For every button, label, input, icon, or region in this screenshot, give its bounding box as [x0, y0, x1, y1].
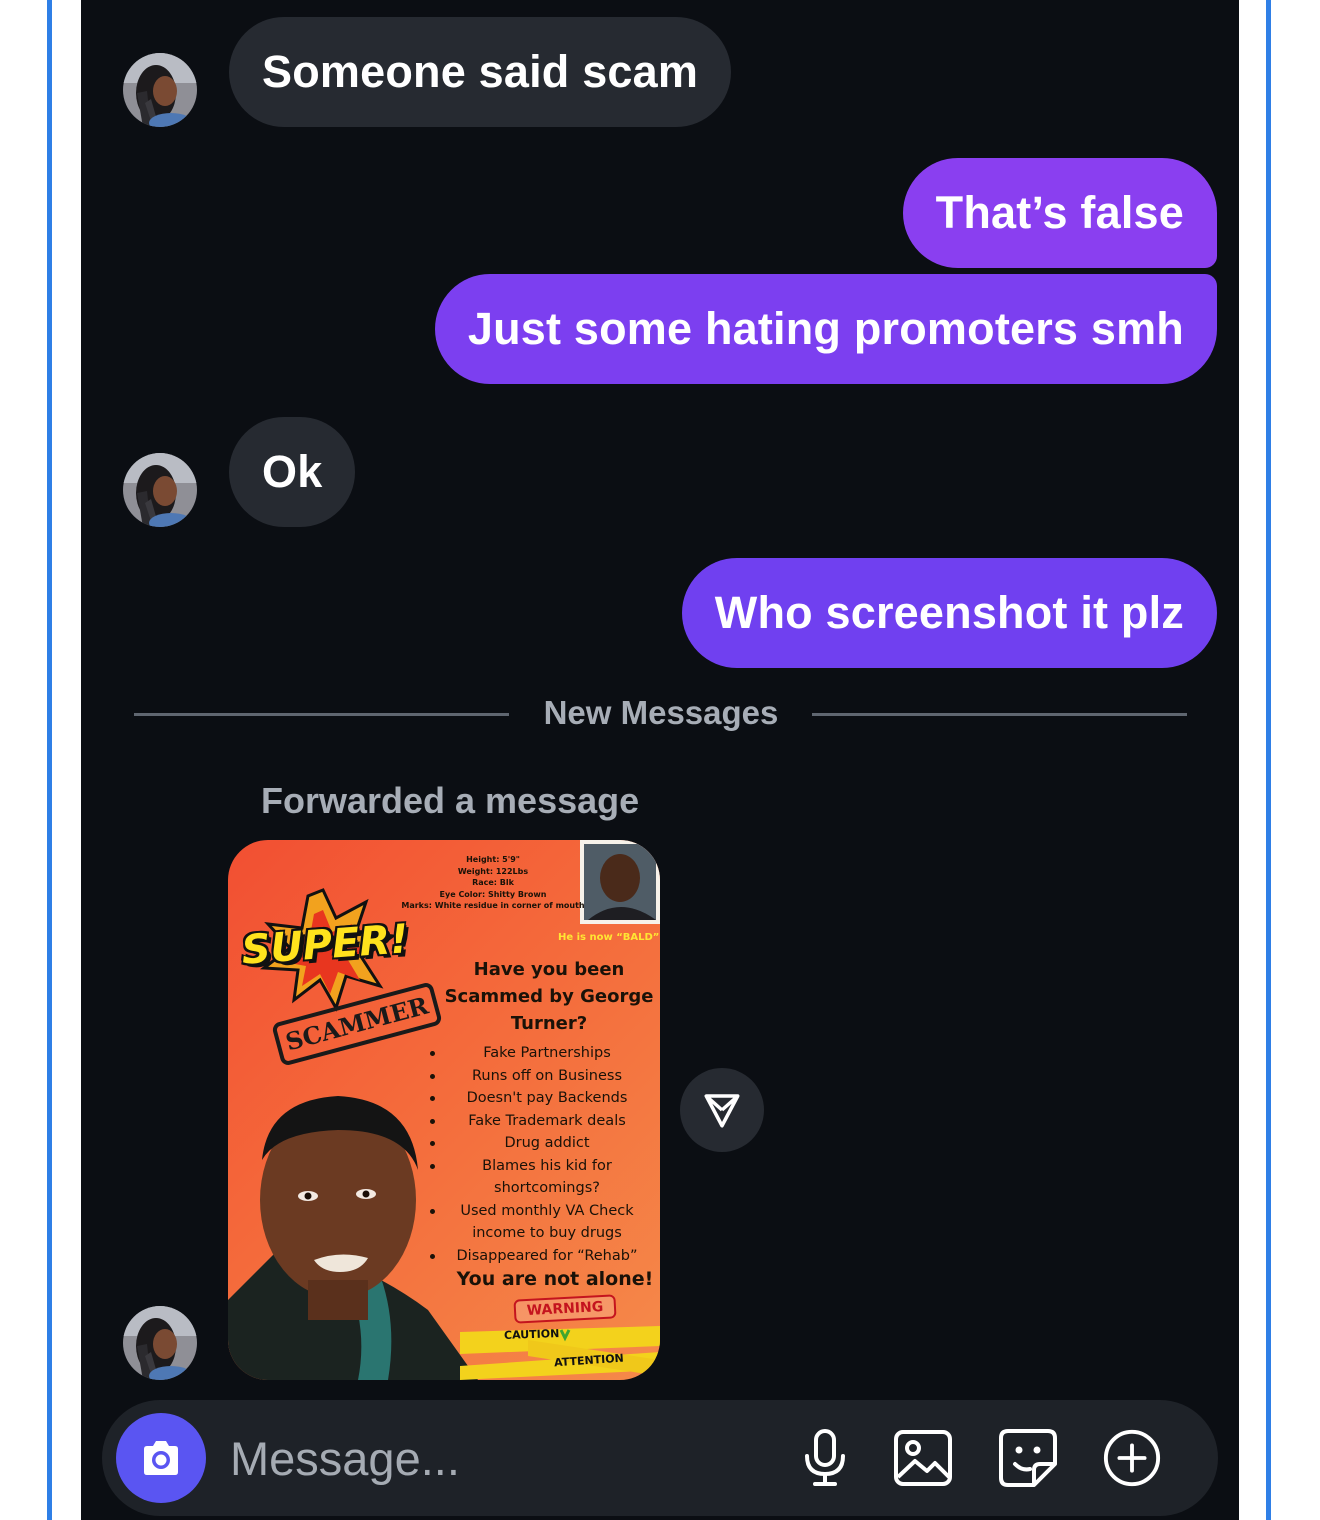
message-text: Who screenshot it plz [714, 587, 1184, 638]
poster-closing: You are not alone! [456, 1268, 654, 1290]
contact-photo [123, 1306, 197, 1380]
poster-bullet: Doesn't pay Backends [424, 1087, 660, 1110]
poster-bullet: Drug addict [424, 1132, 660, 1155]
poster-bullet: Fake Trademark deals [424, 1110, 660, 1133]
new-messages-label: New Messages [543, 694, 779, 731]
add-icon [1103, 1429, 1161, 1487]
forwarded-image[interactable]: Height: 5'9" Weight: 122Lbs Race: Blk Ey… [228, 840, 660, 1380]
gallery-icon [894, 1430, 952, 1486]
avatar[interactable] [123, 1306, 197, 1380]
poster-headline: Have you been Scammed by George Turner? [444, 959, 654, 1034]
poster-stats: Height: 5'9" Weight: 122Lbs Race: Blk Ey… [401, 855, 585, 910]
poster-bullet: Used monthly VA Check income to buy drug… [424, 1200, 660, 1245]
message-text: Just some hating promoters smh [467, 303, 1184, 354]
poster-bullet: Fake Partnerships [424, 1042, 660, 1065]
poster-tape-caution: CAUTION [503, 1327, 560, 1342]
frame-border-right [1266, 0, 1271, 1520]
forwarded-label: Forwarded a message [261, 780, 640, 821]
message-text: Ok [262, 446, 323, 497]
avatar[interactable] [123, 53, 197, 127]
message-bubble-incoming[interactable]: Ok [229, 417, 356, 527]
voice-message-button[interactable] [795, 1428, 855, 1488]
poster-bullet: Blames his kid for shortcomings? [424, 1155, 660, 1200]
share-icon [704, 1094, 740, 1128]
message-text: Someone said scam [262, 46, 699, 97]
poster-bullet: Runs off on Business [424, 1065, 660, 1088]
camera-icon [144, 1441, 178, 1475]
avatar[interactable] [123, 453, 197, 527]
gallery-button[interactable] [893, 1428, 953, 1488]
message-composer [102, 1400, 1218, 1516]
contact-photo [123, 453, 197, 527]
sticker-button[interactable] [998, 1428, 1058, 1488]
chat-screen: Someone said scam That’s false Just some… [81, 0, 1239, 1520]
frame-border-left [47, 0, 52, 1520]
sticker-icon [999, 1429, 1057, 1487]
divider-line-right [812, 713, 1187, 716]
message-text: That’s false [935, 187, 1184, 238]
poster-note: He is now “BALD” [558, 932, 660, 943]
message-input[interactable] [230, 1422, 750, 1494]
share-button[interactable] [680, 1068, 764, 1152]
message-bubble-outgoing[interactable]: Who screenshot it plz [681, 558, 1217, 668]
more-options-button[interactable] [1102, 1428, 1162, 1488]
microphone-icon [805, 1429, 845, 1486]
message-bubble-outgoing[interactable]: Just some hating promoters smh [434, 274, 1217, 384]
poster-bullet: Disappeared for “Rehab” [424, 1245, 660, 1268]
message-bubble-outgoing[interactable]: That’s false [902, 158, 1217, 268]
camera-button[interactable] [116, 1413, 206, 1503]
divider-line-left [134, 713, 509, 716]
poster-bullet-list: Fake Partnerships Runs off on Business D… [424, 1042, 660, 1267]
contact-photo [123, 53, 197, 127]
message-bubble-incoming[interactable]: Someone said scam [229, 17, 732, 127]
